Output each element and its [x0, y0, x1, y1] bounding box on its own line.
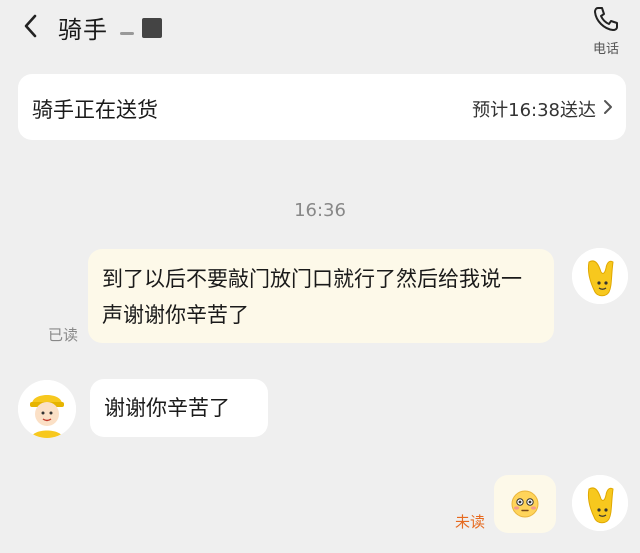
flushed-face-emoji-icon — [511, 490, 539, 518]
phone-button[interactable]: 电话 — [584, 2, 628, 57]
delivery-status-card[interactable]: 骑手正在送货 预计16:38送达 — [18, 74, 626, 140]
back-icon[interactable] — [18, 12, 46, 40]
yellow-mascot-icon — [572, 475, 628, 531]
message-timestamp: 16:36 — [294, 200, 346, 221]
user-avatar-2[interactable] — [572, 475, 628, 531]
outgoing-emoji-bubble[interactable] — [494, 475, 556, 533]
header: 骑手 电话 — [0, 0, 640, 60]
rider-avatar[interactable] — [18, 380, 76, 438]
incoming-message-bubble[interactable]: 谢谢你辛苦了 — [90, 379, 268, 437]
redacted-name — [110, 16, 166, 38]
phone-icon — [594, 7, 618, 31]
incoming-message-text: 谢谢你辛苦了 — [104, 396, 230, 420]
delivery-status-text: 骑手正在送货 — [32, 98, 158, 122]
page-title: 骑手 — [58, 16, 108, 44]
unread-status-label: 未读 — [455, 513, 486, 531]
chevron-right-icon — [604, 100, 612, 114]
outgoing-message-text: 到了以后不要敲门放门口就行了然后给我说一声谢谢你辛苦了 — [102, 267, 522, 327]
outgoing-message-bubble[interactable]: 到了以后不要敲门放门口就行了然后给我说一声谢谢你辛苦了 — [88, 249, 554, 343]
phone-label: 电话 — [592, 42, 619, 57]
delivery-eta-text: 预计16:38送达 — [472, 100, 596, 121]
read-status-label: 已读 — [48, 326, 79, 344]
yellow-mascot-icon — [572, 248, 628, 304]
chat-screen: 骑手 电话 骑手正在送货 预计16:38送达 16:36 到了以后不要敲门放门口… — [0, 0, 640, 553]
redaction-dash — [120, 32, 134, 35]
user-avatar[interactable] — [572, 248, 628, 304]
rider-face-icon — [18, 380, 76, 438]
redaction-block — [142, 18, 162, 38]
